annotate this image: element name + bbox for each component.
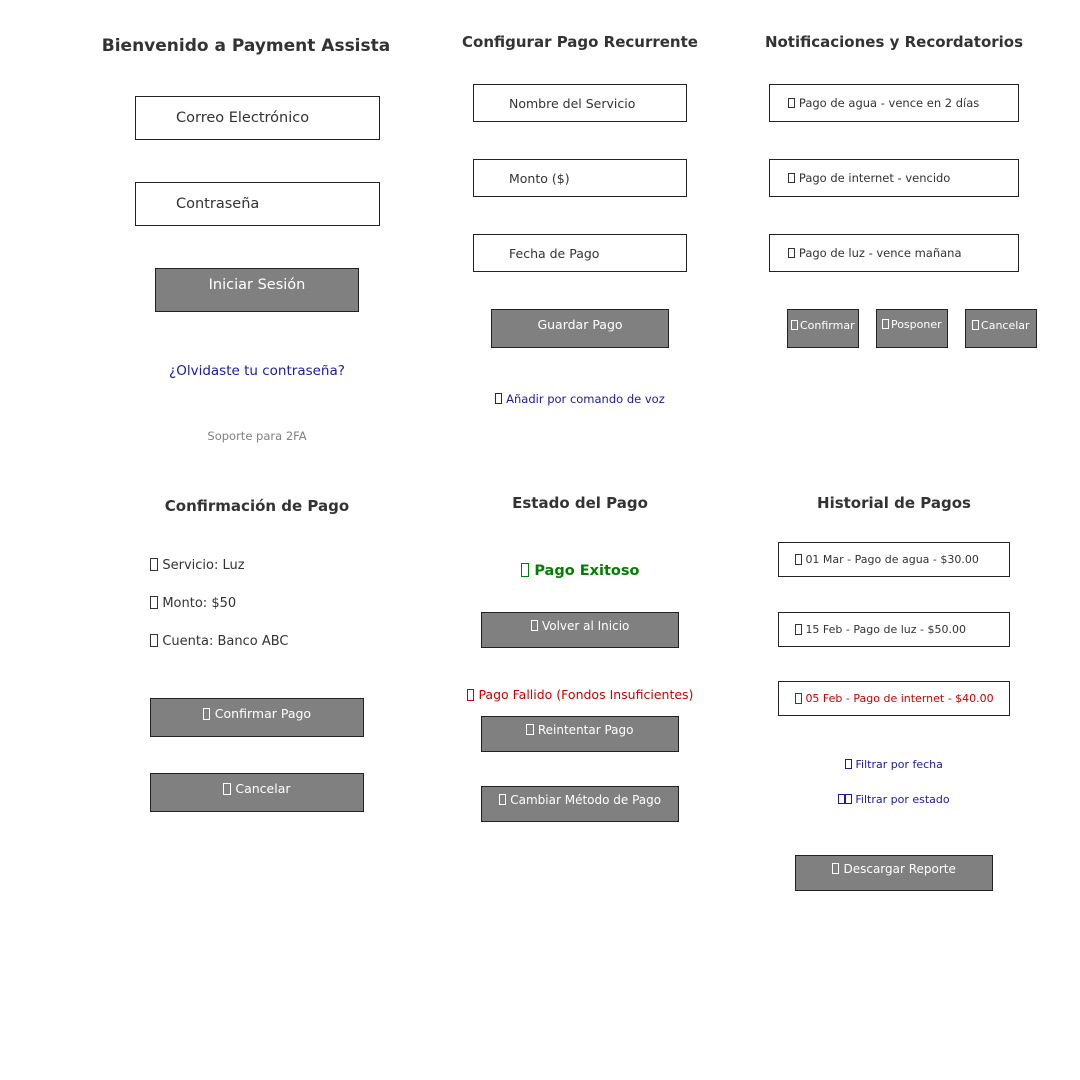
notification-item[interactable]: Pago de internet - vencido [769, 159, 1019, 197]
email-placeholder: Correo Electrónico [176, 110, 310, 126]
payment-failed-status: Pago Fallido (Fondos Insuficientes) [430, 687, 730, 702]
voice-command-link[interactable]: Añadir por comando de voz [440, 392, 720, 406]
amount-placeholder: Monto ($) [509, 170, 570, 186]
confirmation-service-text: Servicio: Luz [162, 558, 245, 573]
payment-failed-text: Pago Fallido (Fondos Insuficientes) [478, 687, 694, 702]
twofa-note: Soporte para 2FA [207, 429, 307, 443]
droplet-icon [788, 97, 795, 109]
bolt-icon [150, 558, 158, 571]
login-title: Bienvenido a Payment Assista [101, 36, 391, 56]
confirm-notification-button[interactable]: Confirmar [787, 309, 859, 348]
notification-item[interactable]: Pago de agua - vence en 2 días [769, 84, 1019, 122]
notifications-title: Notificaciones y Recordatorios [764, 33, 1024, 51]
save-payment-label: Guardar Pago [537, 317, 623, 332]
payment-success-text: Pago Exitoso [534, 563, 640, 580]
calendar-icon [845, 758, 852, 770]
notification-text: Pago de luz - vence mañana [798, 246, 962, 260]
cancel-payment-button[interactable]: Cancelar [150, 773, 364, 812]
payment-date-placeholder: Fecha de Pago [509, 245, 600, 261]
change-method-label: Cambiar Método de Pago [510, 793, 662, 807]
check-icon [795, 554, 802, 565]
retry-payment-button[interactable]: Reintentar Pago [481, 716, 679, 752]
download-report-label: Descargar Reporte [843, 862, 956, 876]
confirmation-amount: Monto: $50 [150, 596, 236, 611]
credit-card-icon [498, 794, 507, 806]
download-icon [832, 863, 840, 875]
retry-payment-label: Reintentar Pago [537, 723, 634, 737]
filter-icon [838, 793, 845, 805]
close-icon [972, 319, 980, 331]
check-circle-icon [520, 563, 530, 577]
notification-item[interactable]: Pago de luz - vence mañana [769, 234, 1019, 272]
save-payment-button[interactable]: Guardar Pago [491, 309, 669, 348]
warning-icon [788, 172, 795, 184]
voice-command-label: Añadir por comando de voz [506, 392, 665, 406]
history-item[interactable]: 15 Feb - Pago de luz - $50.00 [778, 612, 1010, 647]
back-home-label: Volver al Inicio [541, 619, 630, 633]
bank-icon [150, 634, 158, 647]
money-icon [150, 596, 158, 609]
service-name-placeholder: Nombre del Servicio [509, 95, 636, 111]
filter-by-status-link[interactable]: Filtrar por estado [794, 793, 994, 806]
amount-field[interactable]: Monto ($) [473, 159, 687, 197]
confirm-payment-label: Confirmar Pago [214, 706, 312, 721]
filter-by-date-link[interactable]: Filtrar por fecha [794, 758, 994, 771]
filter-icon [844, 793, 852, 805]
close-icon [223, 782, 231, 795]
cancel-notification-button[interactable]: Cancelar [965, 309, 1037, 348]
confirmation-account: Cuenta: Banco ABC [150, 634, 289, 649]
error-icon [466, 688, 475, 701]
cancel-label: Cancelar [981, 319, 1030, 332]
check-icon [795, 624, 802, 635]
history-item-text: 05 Feb - Pago de internet - $40.00 [805, 692, 994, 705]
change-payment-method-button[interactable]: Cambiar Método de Pago [481, 786, 679, 822]
filter-by-status-label: Filtrar por estado [855, 793, 950, 806]
home-icon [530, 620, 538, 632]
login-button-label: Iniciar Sesión [208, 277, 306, 293]
filter-by-date-label: Filtrar por fecha [855, 758, 943, 771]
password-placeholder: Contraseña [176, 196, 260, 212]
forgot-password-link[interactable]: ¿Olvidaste tu contraseña? [107, 363, 407, 379]
history-item[interactable]: 01 Mar - Pago de agua - $30.00 [778, 542, 1010, 577]
password-field[interactable]: Contraseña [135, 182, 380, 226]
confirmation-amount-text: Monto: $50 [162, 596, 237, 611]
notification-text: Pago de internet - vencido [798, 171, 951, 185]
cancel-payment-label: Cancelar [235, 781, 291, 796]
history-item-text: 01 Mar - Pago de agua - $30.00 [805, 553, 979, 566]
refresh-icon [526, 724, 534, 736]
lightbulb-icon [788, 247, 795, 259]
confirmation-service: Servicio: Luz [150, 558, 245, 573]
login-button[interactable]: Iniciar Sesión [155, 268, 359, 312]
history-item-text: 15 Feb - Pago de luz - $50.00 [805, 623, 966, 636]
email-field[interactable]: Correo Electrónico [135, 96, 380, 140]
confirmation-account-text: Cuenta: Banco ABC [162, 634, 289, 649]
history-item-failed[interactable]: 05 Feb - Pago de internet - $40.00 [778, 681, 1010, 716]
recurring-title: Configurar Pago Recurrente [462, 33, 698, 51]
clock-icon [882, 318, 889, 330]
check-icon [202, 707, 211, 720]
notification-text: Pago de agua - vence en 2 días [798, 96, 980, 110]
postpone-notification-button[interactable]: Posponer [876, 309, 948, 348]
service-name-field[interactable]: Nombre del Servicio [473, 84, 687, 122]
status-title: Estado del Pago [512, 494, 648, 512]
download-report-button[interactable]: Descargar Reporte [795, 855, 993, 891]
history-title: Historial de Pagos [817, 494, 971, 512]
confirm-label: Confirmar [799, 319, 855, 332]
check-icon [791, 319, 798, 331]
postpone-label: Posponer [890, 318, 942, 331]
confirm-payment-button[interactable]: Confirmar Pago [150, 698, 364, 737]
payment-date-field[interactable]: Fecha de Pago [473, 234, 687, 272]
back-home-button[interactable]: Volver al Inicio [481, 612, 679, 648]
microphone-icon [495, 393, 503, 405]
payment-success-status: Pago Exitoso [430, 563, 730, 579]
confirmation-title: Confirmación de Pago [164, 497, 350, 515]
error-icon [795, 693, 802, 704]
